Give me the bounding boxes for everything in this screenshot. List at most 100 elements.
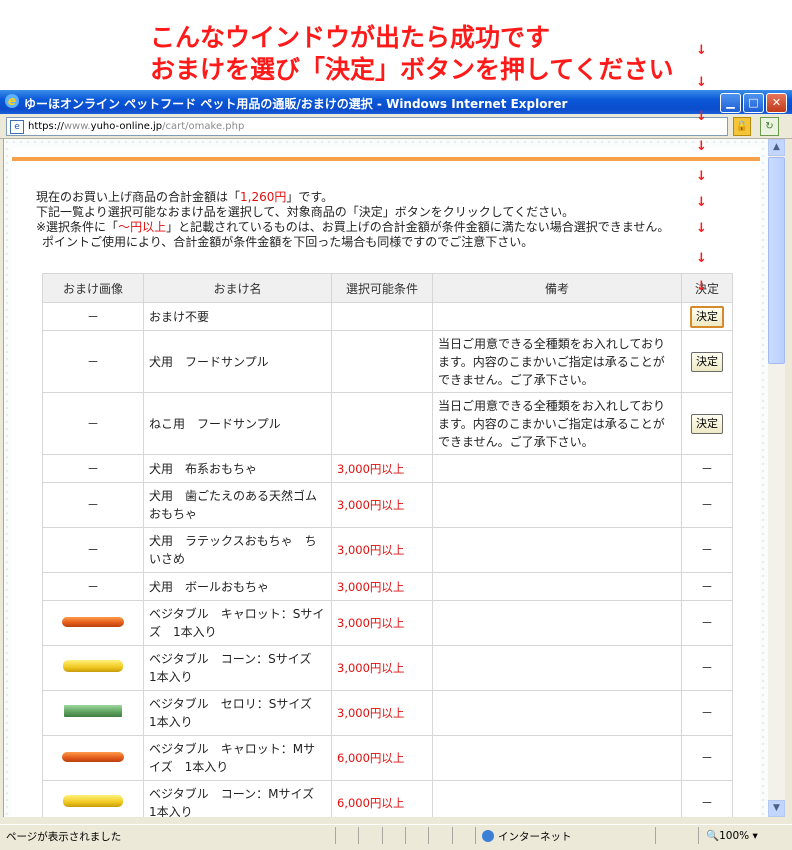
refresh-icon[interactable]: ↻ (760, 117, 779, 136)
note-cell (432, 454, 682, 483)
image-cell: － (42, 527, 144, 573)
page-icon: e (10, 120, 24, 134)
condition-cell: 6,000円以上 (331, 780, 433, 817)
image-cell: － (42, 392, 144, 455)
title-bar: e ゆーほオンライン ペットフード ペット用品の通販/おまけの選択 - Wind… (0, 90, 792, 114)
close-button[interactable]: ✕ (766, 93, 787, 113)
omake-name: ベジタブル コーン：Sサイズ 1本入り (143, 645, 332, 691)
security-lock-icon[interactable]: 🔒 (733, 117, 751, 136)
header-condition: 選択可能条件 (331, 273, 433, 303)
table-row: －犬用 歯ごたえのある天然ゴムおもちゃ 3,000円以上－ (42, 482, 733, 528)
omake-name: ねこ用 フードサンプル (143, 392, 332, 455)
condition-cell: 3,000円以上 (331, 600, 433, 646)
note-cell (432, 600, 682, 646)
header-image: おまけ画像 (42, 273, 144, 303)
note-cell (432, 482, 682, 528)
action-unavailable: － (681, 454, 733, 483)
window-title: ゆーほオンライン ペットフード ペット用品の通販/おまけの選択 - Window… (24, 97, 568, 111)
table-row: ベジタブル キャロット：Sサイズ 1本入り 3,000円以上 － (42, 600, 733, 646)
omake-name: ベジタブル キャロット：Sサイズ 1本入り (143, 600, 332, 646)
table-row: －おまけ不要 決定 (42, 302, 733, 331)
carrot-image (62, 617, 124, 627)
omake-name: 犬用 ラテックスおもちゃ ちいさめ (143, 527, 332, 573)
note-cell (432, 527, 682, 573)
condition-cell: 3,000円以上 (331, 482, 433, 528)
scroll-thumb[interactable] (768, 157, 785, 364)
status-text: ページが表示されました (6, 831, 122, 843)
page-content: 現在のお買い上げ商品の合計金額は「1,260円」です。 下記一覧より選択可能なお… (12, 148, 760, 817)
condition-cell: 3,000円以上 (331, 690, 433, 736)
status-bar: ページが表示されました インターネット 🔍100% ▾ (0, 824, 792, 847)
omake-name: 犬用 布系おもちゃ (143, 454, 332, 483)
table-row: ベジタブル コーン：Sサイズ 1本入り 3,000円以上 － (42, 645, 733, 691)
note-cell: 当日ご用意できる全種類をお入れしております。内容のこまかいご指定は承ることができ… (432, 330, 682, 393)
note-cell (432, 780, 682, 817)
down-arrow-icon: ↓ (696, 139, 707, 154)
action-unavailable: － (681, 645, 733, 691)
security-zone: インターネット (482, 829, 572, 844)
table-row: ベジタブル キャロット：Mサイズ 1本入り 6,000円以上 － (42, 735, 733, 781)
carrot-image (62, 752, 124, 762)
header-action: 決定 (681, 273, 733, 303)
down-arrow-icon: ↓ (696, 169, 707, 184)
kettei-button[interactable]: 決定 (691, 413, 723, 434)
scroll-down-button[interactable]: ▼ (768, 800, 785, 817)
header-note: 備考 (432, 273, 682, 303)
omake-name: 犬用 ボールおもちゃ (143, 572, 332, 601)
minimize-button[interactable]: ▁ (720, 93, 741, 113)
corn-image (63, 660, 123, 672)
condition-cell: 3,000円以上 (331, 527, 433, 573)
kettei-button[interactable]: 決定 (691, 351, 723, 372)
condition-cell: 3,000円以上 (331, 645, 433, 691)
maximize-button[interactable]: □ (743, 93, 764, 113)
scroll-up-button[interactable]: ▲ (768, 139, 785, 156)
address-field[interactable]: e https://www.yuho-online.jp/cart/omake.p… (6, 117, 728, 136)
condition-cell: 3,000円以上 (331, 454, 433, 483)
action-unavailable: － (681, 482, 733, 528)
image-cell: － (42, 454, 144, 483)
table-row: －犬用 ラテックスおもちゃ ちいさめ 3,000円以上－ (42, 527, 733, 573)
omake-table: おまけ画像 おまけ名 選択可能条件 備考 決定 －おまけ不要 決定－犬用 フードサ… (42, 273, 733, 817)
image-cell: － (42, 572, 144, 601)
omake-name: おまけ不要 (143, 302, 332, 331)
down-arrow-icon: ↓ (696, 221, 707, 236)
zoom-level[interactable]: 🔍100% ▾ (706, 829, 758, 842)
annotation-line-2: おまけを選び「決定」ボタンを押してください (150, 55, 674, 84)
note-cell (432, 735, 682, 781)
down-arrow-icon: ↓ (696, 279, 707, 294)
page-viewport: 現在のお買い上げ商品の合計金額は「1,260円」です。 下記一覧より選択可能なお… (3, 139, 768, 817)
kettei-button[interactable]: 決定 (690, 305, 724, 328)
down-arrow-icon: ↓ (696, 43, 707, 58)
instruction-annotation: こんなウインドウが出たら成功です おまけを選び「決定」ボタンを押してください (0, 0, 792, 92)
condition-cell (331, 302, 433, 331)
note-cell: 当日ご用意できる全種類をお入れしております。内容のこまかいご指定は承ることができ… (432, 392, 682, 455)
action-unavailable: － (681, 780, 733, 817)
omake-name: ベジタブル セロリ：Sサイズ 1本入り (143, 690, 332, 736)
globe-icon (482, 830, 494, 842)
condition-cell: 3,000円以上 (331, 572, 433, 601)
image-cell: － (42, 302, 144, 331)
header-name: おまけ名 (143, 273, 332, 303)
table-row: ベジタブル コーン：Mサイズ 1本入り 6,000円以上 － (42, 780, 733, 817)
omake-name: 犬用 フードサンプル (143, 330, 332, 393)
omake-name: 犬用 歯ごたえのある天然ゴムおもちゃ (143, 482, 332, 528)
down-arrow-icon: ↓ (696, 195, 707, 210)
action-unavailable: － (681, 690, 733, 736)
action-unavailable: － (681, 572, 733, 601)
note-cell (432, 690, 682, 736)
orange-divider (12, 157, 760, 161)
note-cell (432, 645, 682, 691)
intro-text: 現在のお買い上げ商品の合計金額は「1,260円」です。 下記一覧より選択可能なお… (36, 190, 670, 249)
action-unavailable: － (681, 735, 733, 781)
celery-image (64, 705, 122, 717)
table-row: －犬用 布系おもちゃ 3,000円以上－ (42, 454, 733, 483)
condition-cell (331, 330, 433, 393)
zoom-icon: 🔍 (706, 830, 720, 842)
condition-cell: 6,000円以上 (331, 735, 433, 781)
down-arrow-icon: ↓ (696, 251, 707, 266)
vertical-scrollbar[interactable]: ▲ ▼ (768, 139, 785, 817)
annotation-line-1: こんなウインドウが出たら成功です (150, 23, 551, 52)
down-arrow-icon: ↓ (696, 109, 707, 124)
table-row: －犬用 ボールおもちゃ 3,000円以上－ (42, 572, 733, 601)
omake-name: ベジタブル コーン：Mサイズ 1本入り (143, 780, 332, 817)
